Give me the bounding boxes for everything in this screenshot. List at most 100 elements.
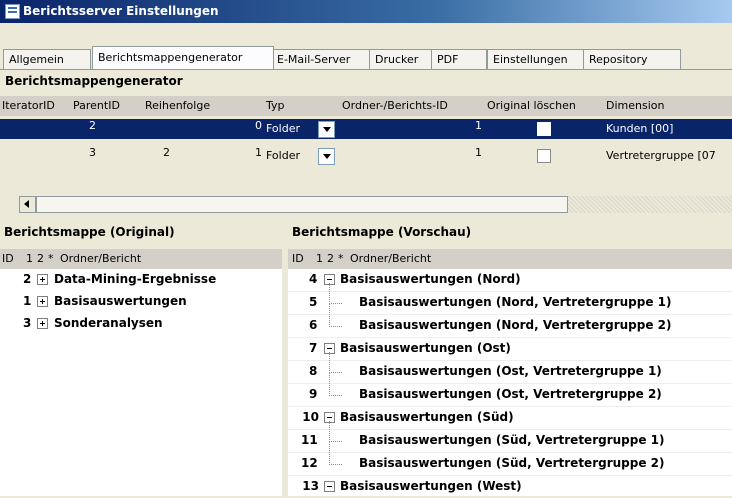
tree-item[interactable]: 11 Basisauswertungen (Süd, Vertretergrup… bbox=[288, 421, 732, 452]
cell-parent-id: 2 bbox=[163, 146, 170, 159]
tree-item-label: Basisauswertungen (Nord) bbox=[340, 272, 521, 286]
original-tree: 2 Data-Mining-Ergebnisse 1 Basisauswertu… bbox=[0, 269, 282, 496]
tree-item-label: Basisauswertungen (Ost) bbox=[340, 341, 511, 355]
tree-item-id: 1 bbox=[23, 294, 32, 308]
col-id[interactable]: ID bbox=[292, 252, 304, 265]
tree-item-id: 13 bbox=[302, 479, 319, 493]
window-title: Berichtsserver Einstellungen bbox=[23, 4, 219, 18]
cell-dimension: Vertretergruppe [07 bbox=[606, 149, 716, 162]
tree-item-id: 10 bbox=[302, 410, 319, 424]
tab-pdf[interactable]: PDF bbox=[431, 49, 487, 69]
expand-plus-icon[interactable] bbox=[37, 274, 48, 285]
col-2[interactable]: 2 bbox=[327, 252, 334, 265]
original-loeschen-checkbox[interactable] bbox=[537, 149, 551, 163]
tree-item-id: 7 bbox=[309, 341, 318, 355]
col-ordner-berichts-id[interactable]: Ordner-/Berichts-ID bbox=[342, 99, 448, 112]
original-tree-header: ID 1 2 * Ordner/Bericht bbox=[0, 249, 282, 269]
col-dimension[interactable]: Dimension bbox=[606, 99, 664, 112]
tab-repository[interactable]: Repository bbox=[583, 49, 681, 69]
collapse-minus-icon[interactable] bbox=[324, 481, 335, 492]
tree-item-id: 4 bbox=[309, 272, 318, 286]
tab-allgemein[interactable]: Allgemein bbox=[3, 49, 91, 69]
preview-tree: 4 Basisauswertungen (Nord) 5 Basisauswer… bbox=[288, 269, 732, 496]
tree-item-label: Basisauswertungen (Nord, Vertretergruppe… bbox=[359, 318, 672, 332]
col-original-loeschen[interactable]: Original löschen bbox=[487, 99, 576, 112]
col-typ[interactable]: Typ bbox=[266, 99, 285, 112]
original-loeschen-checkbox[interactable] bbox=[537, 122, 551, 136]
tree-item[interactable]: 3 Sonderanalysen bbox=[0, 313, 282, 335]
tree-item-id: 6 bbox=[309, 318, 318, 332]
scrollbar-thumb[interactable] bbox=[36, 196, 568, 213]
tree-connector bbox=[329, 441, 342, 465]
col-parent-id[interactable]: ParentID bbox=[73, 99, 120, 112]
tree-item[interactable]: 7 Basisauswertungen (Ost) bbox=[288, 338, 732, 360]
section-title-preview: Berichtsmappe (Vorschau) bbox=[292, 225, 472, 239]
tree-connector bbox=[329, 303, 342, 327]
typ-dropdown-button[interactable] bbox=[318, 121, 335, 138]
scrollbar-track[interactable] bbox=[568, 196, 732, 213]
tree-item-label: Basisauswertungen (Süd) bbox=[340, 410, 514, 424]
cell-iterator-id: 2 bbox=[89, 119, 96, 132]
tree-item[interactable]: 1 Basisauswertungen bbox=[0, 291, 282, 313]
cell-reihenfolge: 1 bbox=[255, 146, 262, 159]
tab-drucker[interactable]: Drucker bbox=[369, 49, 437, 69]
section-title-original: Berichtsmappe (Original) bbox=[4, 225, 175, 239]
generator-grid-header: IteratorID ParentID Reihenfolge Typ Ordn… bbox=[0, 96, 732, 116]
col-2[interactable]: 2 bbox=[37, 252, 44, 265]
tree-item-id: 8 bbox=[309, 364, 318, 378]
tree-connector bbox=[329, 352, 342, 373]
col-star[interactable]: * bbox=[48, 252, 54, 265]
scroll-left-arrow-icon[interactable] bbox=[19, 196, 36, 213]
table-row[interactable]: 2 0 Folder 1 Kunden [00] bbox=[0, 119, 732, 139]
tree-item-label: Basisauswertungen (Süd, Vertretergruppe … bbox=[359, 456, 665, 470]
cell-reihenfolge: 0 bbox=[255, 119, 262, 132]
cell-iterator-id: 3 bbox=[89, 146, 96, 159]
tree-connector bbox=[329, 372, 342, 396]
tab-e-mail-server[interactable]: E-Mail-Server bbox=[271, 49, 373, 69]
expand-plus-icon[interactable] bbox=[37, 296, 48, 307]
tree-item-id: 5 bbox=[309, 295, 318, 309]
tree-connector bbox=[329, 283, 342, 304]
tree-item-label: Basisauswertungen (West) bbox=[340, 479, 522, 493]
cell-ordner-id: 1 bbox=[475, 146, 482, 159]
tree-item[interactable]: 2 Data-Mining-Ergebnisse bbox=[0, 269, 282, 291]
tree-connector bbox=[329, 421, 342, 442]
cell-typ: Folder bbox=[266, 122, 300, 135]
tree-item[interactable]: 8 Basisauswertungen (Ost, Vertretergrupp… bbox=[288, 352, 732, 383]
app-window-icon bbox=[5, 4, 20, 19]
tree-item-label: Basisauswertungen bbox=[54, 294, 187, 308]
tree-item-id: 3 bbox=[23, 316, 32, 330]
tree-item-label: Data-Mining-Ergebnisse bbox=[54, 272, 217, 286]
tree-item[interactable]: 12 Basisauswertungen (Süd, Vertretergrup… bbox=[288, 441, 732, 475]
cell-ordner-id: 1 bbox=[475, 119, 482, 132]
tab-strip: Allgemein Berichtsmappengenerator E-Mail… bbox=[3, 46, 732, 69]
tree-item-id: 9 bbox=[309, 387, 318, 401]
table-row[interactable]: 3 2 1 Folder 1 Vertretergruppe [07 bbox=[0, 146, 732, 166]
tree-item[interactable]: 5 Basisauswertungen (Nord, Vertretergrup… bbox=[288, 283, 732, 314]
tree-item-id: 11 bbox=[301, 433, 318, 447]
horizontal-scrollbar[interactable] bbox=[19, 196, 732, 213]
col-ordner-bericht[interactable]: Ordner/Bericht bbox=[350, 252, 431, 265]
tree-item[interactable]: 9 Basisauswertungen (Ost, Vertretergrupp… bbox=[288, 372, 732, 406]
tree-item[interactable]: 10 Basisauswertungen (Süd) bbox=[288, 407, 732, 429]
tree-item-label: Basisauswertungen (Süd, Vertretergruppe … bbox=[359, 433, 665, 447]
col-iterator-id[interactable]: IteratorID bbox=[2, 99, 55, 112]
col-1[interactable]: 1 bbox=[26, 252, 33, 265]
tree-item-label: Sonderanalysen bbox=[54, 316, 163, 330]
tree-item[interactable]: 6 Basisauswertungen (Nord, Vertretergrup… bbox=[288, 303, 732, 337]
tree-item-id: 12 bbox=[301, 456, 318, 470]
tree-item[interactable]: 4 Basisauswertungen (Nord) bbox=[288, 269, 732, 291]
expand-plus-icon[interactable] bbox=[37, 318, 48, 329]
col-1[interactable]: 1 bbox=[316, 252, 323, 265]
tab-einstellungen[interactable]: Einstellungen bbox=[487, 49, 589, 69]
tree-item-label: Basisauswertungen (Nord, Vertretergruppe… bbox=[359, 295, 672, 309]
col-star[interactable]: * bbox=[338, 252, 344, 265]
typ-dropdown-button[interactable] bbox=[318, 148, 335, 165]
tree-item[interactable]: 13 Basisauswertungen (West) bbox=[288, 476, 732, 498]
col-reihenfolge[interactable]: Reihenfolge bbox=[145, 99, 210, 112]
tree-item-label: Basisauswertungen (Ost, Vertretergruppe … bbox=[359, 387, 662, 401]
cell-typ: Folder bbox=[266, 149, 300, 162]
col-ordner-bericht[interactable]: Ordner/Bericht bbox=[60, 252, 141, 265]
tab-berichtsmappengenerator[interactable]: Berichtsmappengenerator bbox=[92, 46, 274, 69]
col-id[interactable]: ID bbox=[2, 252, 14, 265]
